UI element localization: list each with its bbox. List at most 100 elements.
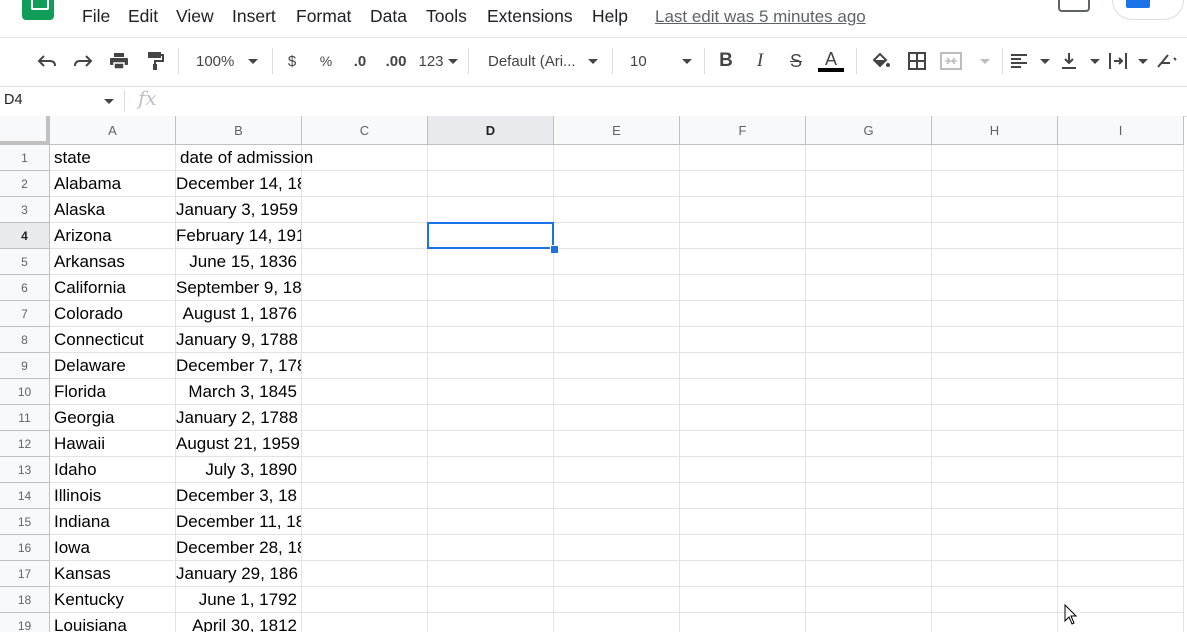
text-color-button[interactable]: A xyxy=(817,48,845,74)
paint-format-button[interactable] xyxy=(142,48,168,74)
cell-e1[interactable] xyxy=(554,145,680,171)
row-header[interactable]: 1 xyxy=(0,145,50,171)
row-header[interactable]: 7 xyxy=(0,301,50,327)
menu-file[interactable]: File xyxy=(82,6,110,27)
cell-g11[interactable] xyxy=(806,405,932,431)
cell-a11[interactable]: Georgia xyxy=(50,405,176,431)
cell-h15[interactable] xyxy=(932,509,1058,535)
column-header-e[interactable]: E xyxy=(554,116,680,145)
cell-a19[interactable]: Louisiana xyxy=(50,613,176,632)
cell-d19[interactable] xyxy=(428,613,554,632)
cell-c17[interactable] xyxy=(302,561,428,587)
cell-g12[interactable] xyxy=(806,431,932,457)
cell-e10[interactable] xyxy=(554,379,680,405)
cell-f13[interactable] xyxy=(680,457,806,483)
cell-a12[interactable]: Hawaii xyxy=(50,431,176,457)
cell-f9[interactable] xyxy=(680,353,806,379)
cell-d10[interactable] xyxy=(428,379,554,405)
cell-i1[interactable] xyxy=(1058,145,1184,171)
cell-i10[interactable] xyxy=(1058,379,1184,405)
cell-b10[interactable]: March 3, 1845 xyxy=(176,379,302,405)
menu-insert[interactable]: Insert xyxy=(232,6,276,27)
cell-b12[interactable]: August 21, 1959 xyxy=(176,431,302,457)
cell-c2[interactable] xyxy=(302,171,428,197)
cell-c5[interactable] xyxy=(302,249,428,275)
column-header-d[interactable]: D xyxy=(428,116,554,145)
cell-h2[interactable] xyxy=(932,171,1058,197)
cell-a1[interactable]: state xyxy=(50,145,176,171)
cell-d17[interactable] xyxy=(428,561,554,587)
cell-e7[interactable] xyxy=(554,301,680,327)
merge-cells-button[interactable] xyxy=(940,48,994,74)
column-header-c[interactable]: C xyxy=(302,116,428,145)
cell-a6[interactable]: California xyxy=(50,275,176,301)
cell-e5[interactable] xyxy=(554,249,680,275)
row-header[interactable]: 14 xyxy=(0,483,50,509)
cell-h13[interactable] xyxy=(932,457,1058,483)
row-header[interactable]: 5 xyxy=(0,249,50,275)
text-rotation-button[interactable] xyxy=(1156,48,1187,74)
cell-d11[interactable] xyxy=(428,405,554,431)
cell-c9[interactable] xyxy=(302,353,428,379)
cell-d5[interactable] xyxy=(428,249,554,275)
cell-e19[interactable] xyxy=(554,613,680,632)
cell-g7[interactable] xyxy=(806,301,932,327)
cell-i15[interactable] xyxy=(1058,509,1184,535)
cell-c4[interactable] xyxy=(302,223,428,249)
cell-f3[interactable] xyxy=(680,197,806,223)
zoom-select[interactable]: 100% xyxy=(186,48,266,74)
cell-g13[interactable] xyxy=(806,457,932,483)
cell-d1[interactable] xyxy=(428,145,554,171)
cell-i8[interactable] xyxy=(1058,327,1184,353)
cell-g4[interactable] xyxy=(806,223,932,249)
cell-c7[interactable] xyxy=(302,301,428,327)
cell-h1[interactable] xyxy=(932,145,1058,171)
cell-h19[interactable] xyxy=(932,613,1058,632)
cell-a2[interactable]: Alabama xyxy=(50,171,176,197)
column-header-i[interactable]: I xyxy=(1058,116,1184,145)
undo-button[interactable] xyxy=(34,48,60,74)
cell-b2[interactable]: December 14, 18 xyxy=(176,171,302,197)
cell-a5[interactable]: Arkansas xyxy=(50,249,176,275)
cell-g17[interactable] xyxy=(806,561,932,587)
cell-g6[interactable] xyxy=(806,275,932,301)
cell-g19[interactable] xyxy=(806,613,932,632)
decrease-decimal-button[interactable]: .0 xyxy=(347,48,373,74)
menu-extensions[interactable]: Extensions xyxy=(487,6,573,27)
cell-d2[interactable] xyxy=(428,171,554,197)
cell-h9[interactable] xyxy=(932,353,1058,379)
cell-e18[interactable] xyxy=(554,587,680,613)
row-header[interactable]: 13 xyxy=(0,457,50,483)
row-header[interactable]: 8 xyxy=(0,327,50,353)
cell-g16[interactable] xyxy=(806,535,932,561)
column-header-g[interactable]: G xyxy=(806,116,932,145)
cell-c1[interactable] xyxy=(302,145,428,171)
row-header[interactable]: 9 xyxy=(0,353,50,379)
cell-a14[interactable]: Illinois xyxy=(50,483,176,509)
cell-i14[interactable] xyxy=(1058,483,1184,509)
sheets-logo-icon[interactable] xyxy=(22,0,54,20)
cell-h10[interactable] xyxy=(932,379,1058,405)
horizontal-align-button[interactable] xyxy=(1010,48,1050,74)
cell-a18[interactable]: Kentucky xyxy=(50,587,176,613)
cell-f7[interactable] xyxy=(680,301,806,327)
row-header[interactable]: 15 xyxy=(0,509,50,535)
cell-e9[interactable] xyxy=(554,353,680,379)
column-header-f[interactable]: F xyxy=(680,116,806,145)
cell-f11[interactable] xyxy=(680,405,806,431)
row-header[interactable]: 3 xyxy=(0,197,50,223)
cell-f17[interactable] xyxy=(680,561,806,587)
cell-b17[interactable]: January 29, 186 xyxy=(176,561,302,587)
fill-handle[interactable] xyxy=(550,245,559,254)
cell-b9[interactable]: December 7, 178 xyxy=(176,353,302,379)
cell-e15[interactable] xyxy=(554,509,680,535)
cell-i12[interactable] xyxy=(1058,431,1184,457)
cell-g3[interactable] xyxy=(806,197,932,223)
cell-h5[interactable] xyxy=(932,249,1058,275)
cell-h16[interactable] xyxy=(932,535,1058,561)
cell-d7[interactable] xyxy=(428,301,554,327)
cell-f4[interactable] xyxy=(680,223,806,249)
cell-g9[interactable] xyxy=(806,353,932,379)
cell-a7[interactable]: Colorado xyxy=(50,301,176,327)
row-header[interactable]: 2 xyxy=(0,171,50,197)
